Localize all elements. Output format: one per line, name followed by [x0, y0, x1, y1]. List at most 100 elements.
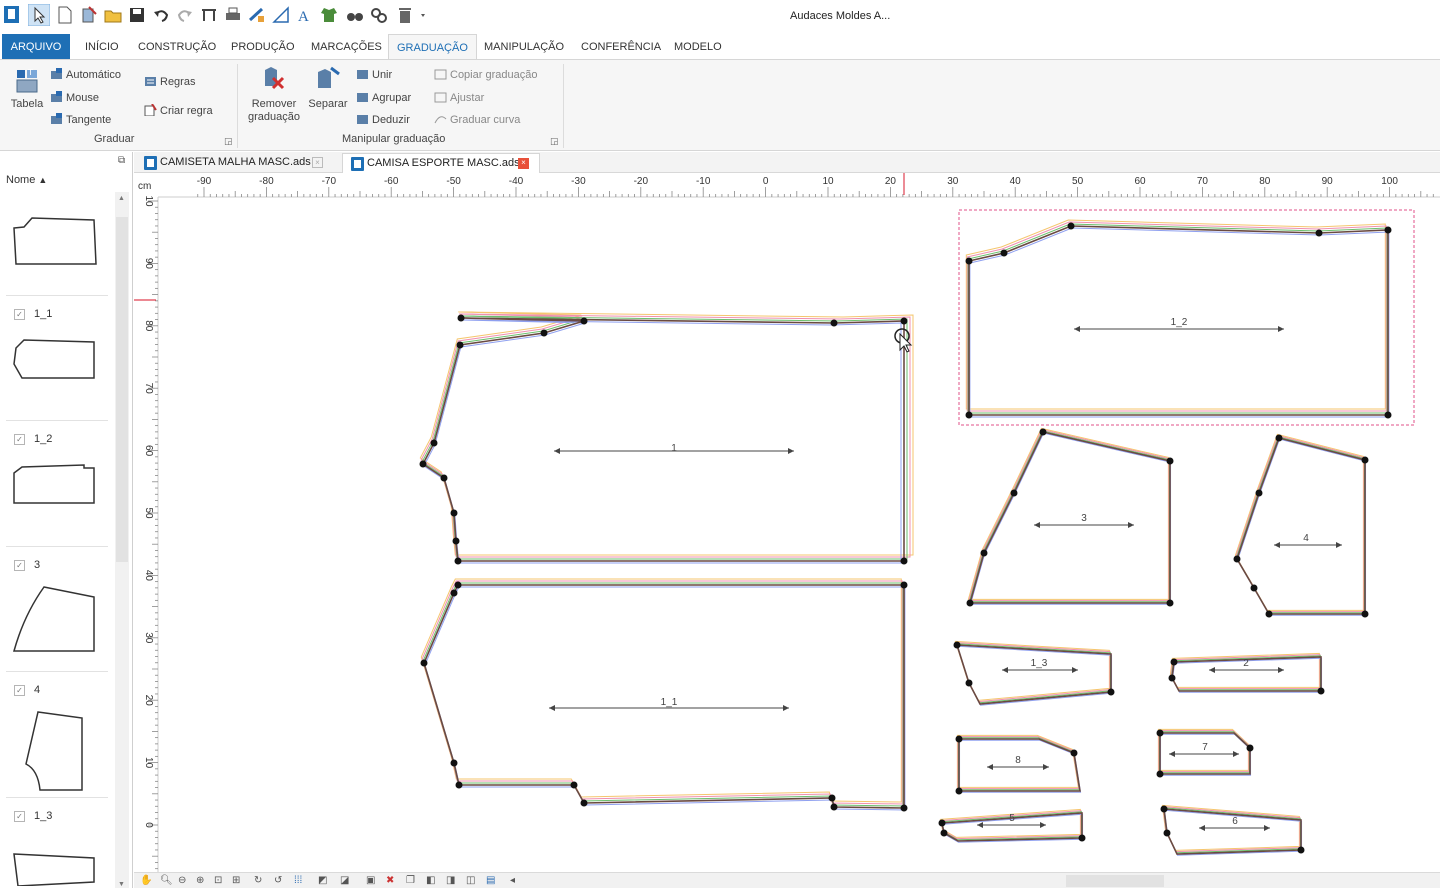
grading-point[interactable]	[1039, 428, 1047, 436]
grading-point[interactable]	[580, 799, 588, 807]
grading-point[interactable]	[1156, 770, 1164, 778]
new-model-icon[interactable]	[80, 6, 98, 24]
piece-checkbox[interactable]: ✓	[14, 685, 25, 696]
grading-point[interactable]	[955, 787, 963, 795]
binoculars-icon[interactable]	[346, 6, 364, 24]
grading-point[interactable]	[965, 257, 973, 265]
grading-point[interactable]	[1361, 610, 1369, 618]
grading-point[interactable]	[450, 589, 458, 597]
scroll-left-icon[interactable]: ◂	[510, 875, 515, 886]
grading-point[interactable]	[1010, 489, 1018, 497]
grading-point[interactable]	[828, 794, 836, 802]
flip-icon[interactable]: ◨	[446, 875, 455, 886]
automatico-button[interactable]: Automático	[50, 68, 121, 81]
tab-modelo[interactable]: MODELO	[666, 34, 730, 60]
piece-item[interactable]: ✓ 1_3	[6, 797, 108, 888]
grading-point[interactable]	[900, 317, 908, 325]
grading-point[interactable]	[965, 411, 973, 419]
deduzir-button[interactable]: Deduzir	[356, 113, 410, 126]
grading-point[interactable]	[830, 803, 838, 811]
grading-point[interactable]	[1275, 434, 1283, 442]
pin-icon[interactable]: ⧉	[118, 155, 125, 166]
zoom-icon[interactable]: 🔍︎	[160, 875, 173, 886]
grading-point[interactable]	[1384, 226, 1392, 234]
drawing-canvas[interactable]: -90 -80 -70 -60 -50 -40 -30 -20 -10 0 10 20 30 40 50 60…	[134, 173, 1440, 888]
grading-point[interactable]	[1233, 555, 1241, 563]
piece-tool-icon[interactable]: ▣	[366, 875, 375, 886]
print-icon[interactable]	[224, 6, 242, 24]
grading-point[interactable]	[450, 509, 458, 517]
grid-icon[interactable]: ⁞⁞⁞	[294, 875, 302, 886]
criar-regra-button[interactable]: Criar regra	[144, 104, 213, 117]
close-tab-icon[interactable]: ×	[312, 157, 323, 168]
grading-point[interactable]	[440, 474, 448, 482]
grading-point[interactable]	[454, 581, 462, 589]
grading-point[interactable]	[1000, 249, 1008, 257]
mouse-button[interactable]: Mouse	[50, 91, 99, 104]
name-column-header[interactable]: Nome ▲	[6, 174, 47, 186]
grading-point[interactable]	[1384, 411, 1392, 419]
grading-point[interactable]	[1170, 658, 1178, 666]
separar-button[interactable]: Separar	[306, 64, 350, 111]
grading-point[interactable]	[965, 679, 973, 687]
grading-point[interactable]	[940, 829, 948, 837]
open-folder-icon[interactable]	[104, 6, 122, 24]
grading-point[interactable]	[457, 314, 465, 322]
grading-point[interactable]	[1315, 229, 1323, 237]
grading-point[interactable]	[938, 819, 946, 827]
delete-icon[interactable]	[396, 6, 414, 24]
grading-point[interactable]	[1156, 729, 1164, 737]
tab-arquivo[interactable]: ARQUIVO	[2, 34, 70, 60]
select-cursor-icon[interactable]	[28, 4, 50, 26]
tabela-button[interactable]: T Tabela	[8, 66, 46, 111]
zoom-window-icon[interactable]: ⊡	[214, 875, 222, 886]
link-icon[interactable]	[370, 6, 388, 24]
grading-point[interactable]	[1070, 749, 1078, 757]
tab-conferencia[interactable]: CONFERÊNCIA	[573, 34, 669, 60]
scroll-down-icon[interactable]: ▼	[118, 881, 125, 888]
ajustar-button[interactable]: Ajustar	[434, 91, 484, 104]
manipular-launcher-icon[interactable]: ◲	[550, 136, 559, 147]
grading-point[interactable]	[430, 439, 438, 447]
tab-graduacao[interactable]: GRADUAÇÃO	[388, 34, 477, 60]
grading-point[interactable]	[1246, 744, 1254, 752]
pieces-scrollbar[interactable]: ▲ ▼	[115, 192, 129, 888]
grading-point[interactable]	[1107, 688, 1115, 696]
piece-item[interactable]: ✓ 1_1	[6, 295, 108, 420]
grading-point[interactable]	[540, 329, 548, 337]
grading-point[interactable]	[452, 537, 460, 545]
redo-icon[interactable]	[176, 6, 194, 24]
grading-point[interactable]	[1265, 610, 1273, 618]
close-tab-icon[interactable]: ×	[518, 158, 529, 169]
grading-point[interactable]	[580, 317, 588, 325]
tab-construcao[interactable]: CONSTRUÇÃO	[130, 34, 224, 60]
grading-point[interactable]	[1168, 674, 1176, 682]
grading-point[interactable]	[830, 319, 838, 327]
scrollbar-thumb[interactable]	[116, 217, 128, 562]
remover-graduacao-button[interactable]: Remover graduação	[246, 64, 302, 124]
copiar-graduacao-button[interactable]: Copiar graduação	[434, 68, 537, 81]
grading-point[interactable]	[900, 804, 908, 812]
doc-tab-camisa[interactable]: CAMISA ESPORTE MASC.ads ×	[342, 153, 540, 173]
grading-point[interactable]	[900, 557, 908, 565]
piece-checkbox[interactable]: ✓	[14, 560, 25, 571]
export-icon[interactable]: ◫	[466, 875, 475, 886]
tab-marcacoes[interactable]: MARCAÇÕES	[303, 34, 390, 60]
grading-point[interactable]	[455, 781, 463, 789]
tab-inicio[interactable]: INÍCIO	[77, 34, 127, 60]
unir-button[interactable]: Unir	[356, 68, 392, 81]
regras-button[interactable]: Regras	[144, 75, 195, 88]
shirt-icon[interactable]	[320, 6, 338, 24]
piece-checkbox[interactable]: ✓	[14, 434, 25, 445]
grading-point[interactable]	[1078, 834, 1086, 842]
measure-icon[interactable]	[248, 6, 266, 24]
grading-point[interactable]	[953, 641, 961, 649]
pattern-canvas[interactable]: -90 -80 -70 -60 -50 -40 -30 -20 -10 0 10 20 30 40 50 60…	[134, 173, 1440, 888]
rotate-icon[interactable]: ↻	[254, 875, 262, 886]
grading-point[interactable]	[420, 659, 428, 667]
customize-dropdown-icon[interactable]	[418, 6, 428, 24]
table-icon[interactable]	[200, 6, 218, 24]
select-tool-icon[interactable]: ◩	[318, 875, 327, 886]
piece-item[interactable]: ✓ 1_2	[6, 420, 108, 546]
piece-item[interactable]: ✓ 4	[6, 671, 108, 797]
